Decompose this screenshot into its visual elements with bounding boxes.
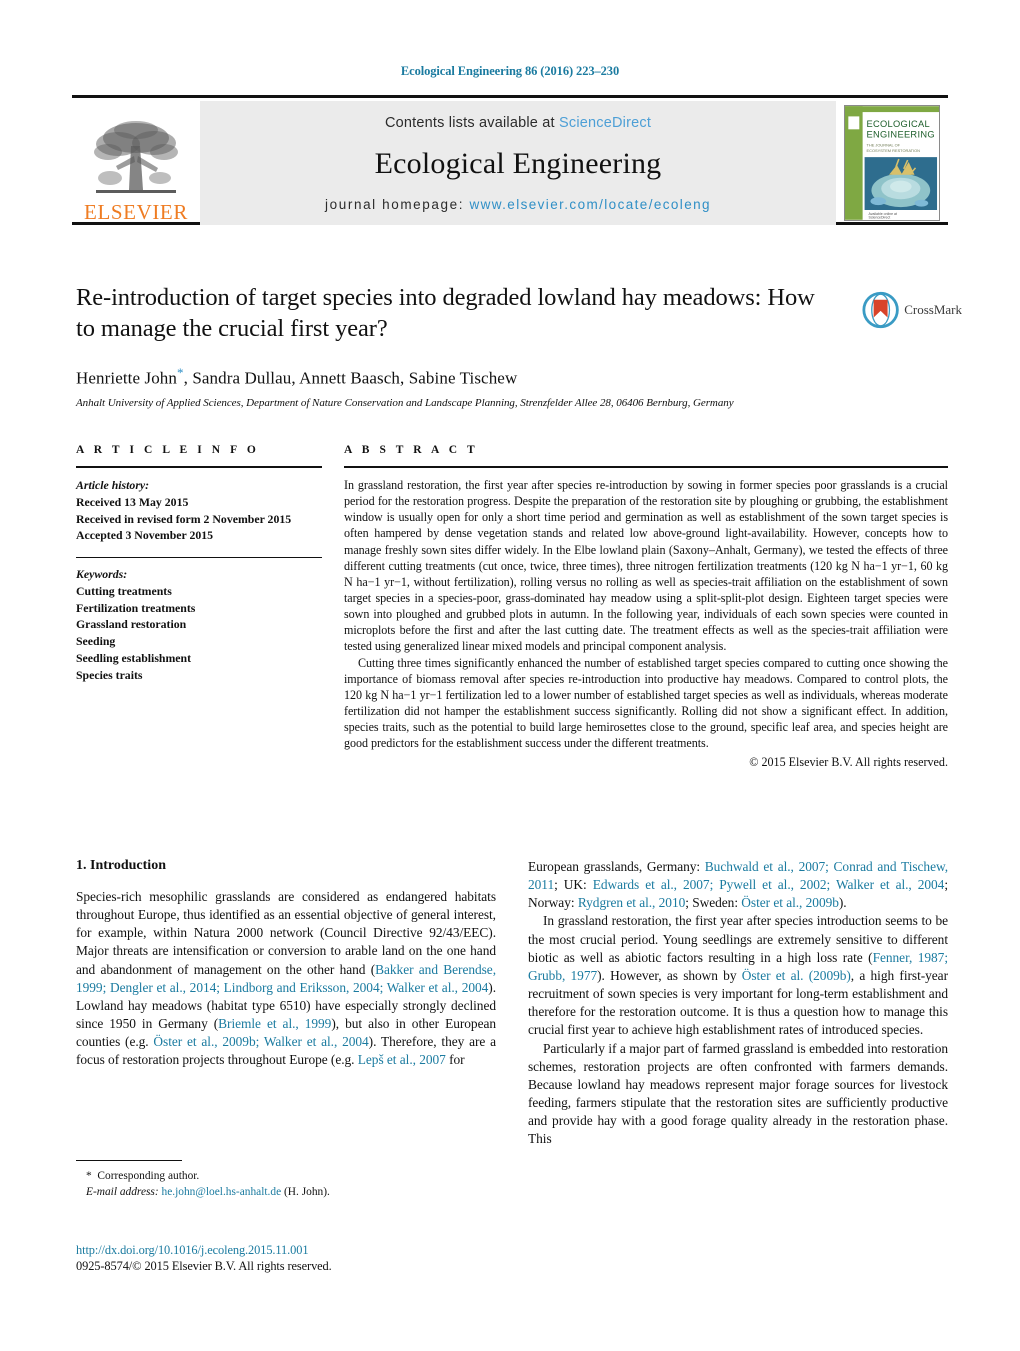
article-info-column: A R T I C L E I N F O Article history: R… xyxy=(76,444,322,770)
keyword-item: Cutting treatments xyxy=(76,583,172,598)
journal-homepage-link[interactable]: www.elsevier.com/locate/ecoleng xyxy=(469,197,711,212)
citation-link[interactable]: Edwards et al., 2007; Pywell et al., 200… xyxy=(593,877,945,892)
section-heading-introduction: 1. Introduction xyxy=(76,858,166,873)
doi-block: http://dx.doi.org/10.1016/j.ecoleng.2015… xyxy=(76,1243,536,1274)
intro-text: for xyxy=(445,1052,465,1068)
history-item: Received in revised form 2 November 2015 xyxy=(76,511,292,526)
history-item: Accepted 3 November 2015 xyxy=(76,528,214,543)
citation-link[interactable]: Briemle et al., 1999 xyxy=(218,1016,331,1031)
corresponding-author-marker: * xyxy=(177,364,184,380)
footnote-block: * Corresponding author. E-mail address: … xyxy=(76,1160,496,1200)
divider xyxy=(76,466,322,468)
elsevier-tree-icon xyxy=(94,121,178,193)
intro-paragraph-right: Particularly if a major part of farmed g… xyxy=(528,1040,948,1147)
svg-text:ENGINEERING: ENGINEERING xyxy=(867,130,935,140)
info-abstract-section: A R T I C L E I N F O Article history: R… xyxy=(76,444,948,770)
intro-text: ; Sweden: xyxy=(685,895,742,911)
right-column: European grasslands, Germany: Buchwald e… xyxy=(528,858,948,1149)
divider xyxy=(344,466,948,468)
journal-band: Contents lists available at ScienceDirec… xyxy=(200,101,836,225)
elsevier-wordmark: ELSEVIER xyxy=(84,200,188,224)
body-columns: 1. Introduction Species-rich mesophilic … xyxy=(76,858,948,1149)
intro-paragraph-right: In grassland restoration, the first year… xyxy=(528,912,948,1039)
intro-text: European grasslands, Germany: xyxy=(528,859,705,874)
abstract-copyright: © 2015 Elsevier B.V. All rights reserved… xyxy=(749,755,948,770)
svg-text:ECOLOGICAL: ECOLOGICAL xyxy=(867,119,930,129)
abstract-column: A B S T R A C T In grassland restoration… xyxy=(344,444,948,770)
author-rest: , Sandra Dullau, Annett Baasch, Sabine T… xyxy=(183,368,518,388)
crossmark-label: CrossMark xyxy=(904,302,962,317)
sciencedirect-link[interactable]: ScienceDirect xyxy=(559,115,651,131)
running-head: Ecological Engineering 86 (2016) 223–230 xyxy=(400,64,620,78)
citation-link[interactable]: Lepš et al., 2007 xyxy=(358,1052,446,1067)
abstract-paragraph: Cutting three times significantly enhanc… xyxy=(344,655,948,751)
page-title: Re-introduction of target species into d… xyxy=(76,284,815,343)
journal-title: Ecological Engineering xyxy=(374,147,662,180)
keyword-item: Fertilization treatments xyxy=(76,600,196,615)
keyword-item: Seeding xyxy=(76,634,116,648)
intro-paragraph-right: European grasslands, Germany: Buchwald e… xyxy=(528,858,948,912)
article-info-heading: A R T I C L E I N F O xyxy=(76,444,260,456)
email-label: E-mail address: xyxy=(86,1186,159,1199)
citation-link[interactable]: Öster et al., 2009b; Walker et al., 2004 xyxy=(153,1034,368,1049)
keywords-label: Keywords: xyxy=(76,567,128,581)
paper-page: Ecological Engineering 86 (2016) 223–230 xyxy=(0,0,1020,1351)
doi-link[interactable]: http://dx.doi.org/10.1016/j.ecoleng.2015… xyxy=(76,1243,536,1258)
crossmark-icon xyxy=(862,291,899,329)
citation-link[interactable]: Rydgren et al., 2010 xyxy=(578,895,685,910)
contents-available-line: Contents lists available at ScienceDirec… xyxy=(385,115,651,131)
svg-text:ScienceDirect: ScienceDirect xyxy=(869,215,891,219)
svg-text:ECOSYSTEM RESTORATION: ECOSYSTEM RESTORATION xyxy=(867,148,921,153)
footnote-marker: * xyxy=(86,1170,92,1182)
keyword-item: Grassland restoration xyxy=(76,617,187,632)
svg-text:THE JOURNAL OF: THE JOURNAL OF xyxy=(867,142,901,147)
author-list: Henriette John*, Sandra Dullau, Annett B… xyxy=(76,365,836,389)
affiliation: Anhalt University of Applied Sciences, D… xyxy=(76,397,734,410)
crossmark-badge[interactable]: CrossMark xyxy=(862,288,962,332)
homepage-prefix: journal homepage: xyxy=(325,197,465,212)
journal-cover-art: ECOLOGICAL ENGINEERING THE JOURNAL OF EC… xyxy=(845,106,939,220)
author-first: Henriette John xyxy=(76,368,178,388)
email-suffix: (H. John). xyxy=(284,1186,330,1199)
abstract-heading: A B S T R A C T xyxy=(344,444,479,456)
footnote-text: Corresponding author. xyxy=(97,1170,200,1182)
journal-cover-thumbnail: ECOLOGICAL ENGINEERING THE JOURNAL OF EC… xyxy=(844,105,940,221)
citation-link[interactable]: Öster et al., 2009b xyxy=(741,895,839,910)
title-block: Re-introduction of target species into d… xyxy=(76,282,836,409)
email-link[interactable]: he.john@loel.hs-anhalt.de xyxy=(162,1186,282,1198)
intro-paragraph-left: Species-rich mesophilic grasslands are c… xyxy=(76,888,496,1070)
email-note: E-mail address: he.john@loel.hs-anhalt.d… xyxy=(76,1184,496,1200)
elsevier-logo: ELSEVIER xyxy=(72,101,200,225)
article-history-label: Article history: xyxy=(76,478,150,492)
history-item: Received 13 May 2015 xyxy=(76,494,189,509)
journal-cover-cell: ECOLOGICAL ENGINEERING THE JOURNAL OF EC… xyxy=(836,101,948,225)
divider xyxy=(76,557,322,558)
keyword-item: Seedling establishment xyxy=(76,650,192,665)
journal-masthead: ELSEVIER Contents lists available at Sci… xyxy=(72,95,948,225)
intro-text: ; UK: xyxy=(554,877,593,893)
citation-link[interactable]: Öster et al. (2009b) xyxy=(742,968,851,983)
keyword-item: Species traits xyxy=(76,667,143,682)
intro-text: ). xyxy=(838,895,847,911)
left-column: 1. Introduction Species-rich mesophilic … xyxy=(76,858,496,1149)
footnote-divider xyxy=(76,1160,182,1161)
corresponding-author-note: * Corresponding author. xyxy=(76,1168,496,1184)
intro-text: ). However, as shown by xyxy=(597,967,742,983)
abstract-body: In grassland restoration, the first year… xyxy=(344,477,948,770)
contents-prefix: Contents lists available at xyxy=(384,115,559,131)
issn-copyright: 0925-8574/© 2015 Elsevier B.V. All right… xyxy=(76,1259,332,1273)
abstract-paragraph: In grassland restoration, the first year… xyxy=(344,478,948,654)
journal-homepage-line: journal homepage: www.elsevier.com/locat… xyxy=(325,197,711,212)
